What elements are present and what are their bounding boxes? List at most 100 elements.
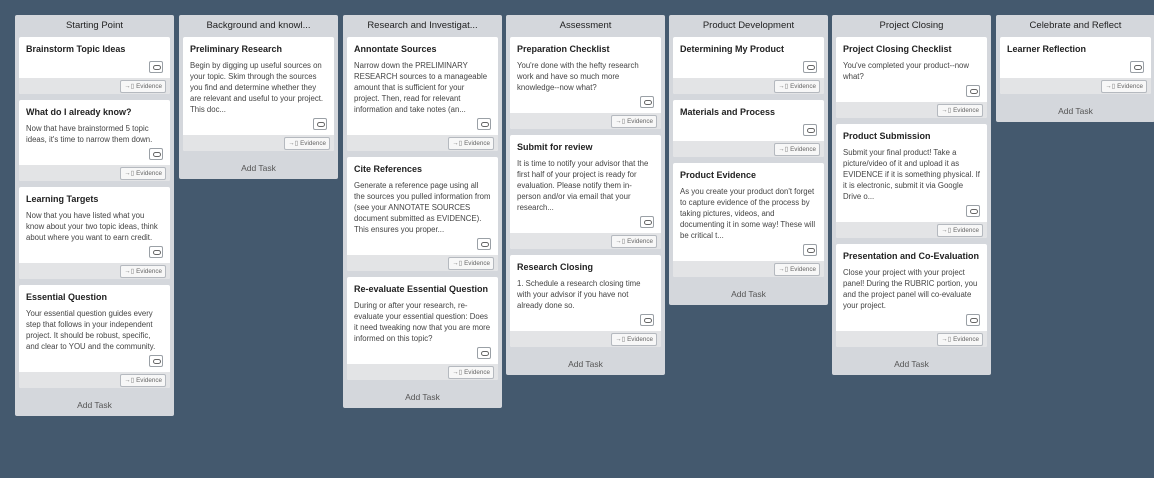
comment-row bbox=[1007, 60, 1144, 76]
add-task-button[interactable]: Add Task bbox=[1000, 100, 1151, 122]
task-card[interactable]: Essential Question Your essential questio… bbox=[19, 285, 170, 388]
evidence-icon: →▯ bbox=[1105, 83, 1116, 90]
comment-icon[interactable] bbox=[313, 118, 327, 130]
evidence-button[interactable]: →▯ Evidence bbox=[611, 235, 657, 248]
task-card[interactable]: Submit for review It is time to notify yo… bbox=[510, 135, 661, 249]
task-card-body: Annontate Sources Narrow down the PRELIMI… bbox=[347, 37, 498, 135]
task-card[interactable]: Learner Reflection →▯ Evidence bbox=[1000, 37, 1151, 94]
task-title[interactable]: Cite References bbox=[354, 164, 491, 174]
task-title[interactable]: Product Evidence bbox=[680, 170, 817, 180]
evidence-button[interactable]: →▯ Evidence bbox=[448, 137, 494, 150]
task-card[interactable]: Materials and Process →▯ Evidence bbox=[673, 100, 824, 157]
comment-icon[interactable] bbox=[477, 238, 491, 250]
task-card[interactable]: Preparation Checklist You're done with th… bbox=[510, 37, 661, 129]
comment-icon[interactable] bbox=[966, 314, 980, 326]
column-title[interactable]: Celebrate and Reflect bbox=[1000, 15, 1151, 37]
evidence-icon: →▯ bbox=[124, 83, 135, 90]
evidence-button[interactable]: →▯ Evidence bbox=[448, 366, 494, 379]
comment-icon[interactable] bbox=[149, 61, 163, 73]
add-task-button[interactable]: Add Task bbox=[836, 353, 987, 375]
comment-icon[interactable] bbox=[640, 216, 654, 228]
evidence-label: Evidence bbox=[790, 83, 816, 90]
task-card[interactable]: Annontate Sources Narrow down the PRELIMI… bbox=[347, 37, 498, 151]
task-card[interactable]: Learning Targets Now that you have listed… bbox=[19, 187, 170, 279]
comment-row bbox=[843, 204, 980, 220]
task-card[interactable]: Cite References Generate a reference page… bbox=[347, 157, 498, 271]
add-task-button[interactable]: Add Task bbox=[19, 394, 170, 416]
task-card[interactable]: Brainstorm Topic Ideas →▯ Evidence bbox=[19, 37, 170, 94]
evidence-button[interactable]: →▯ Evidence bbox=[774, 80, 820, 93]
task-card[interactable]: Re-evaluate Essential Question During or … bbox=[347, 277, 498, 380]
task-title[interactable]: Project Closing Checklist bbox=[843, 44, 980, 54]
task-card[interactable]: Preliminary Research Begin by digging up … bbox=[183, 37, 334, 151]
task-title[interactable]: Product Submission bbox=[843, 131, 980, 141]
task-description: It is time to notify your advisor that t… bbox=[517, 159, 649, 212]
evidence-button[interactable]: →▯ Evidence bbox=[120, 374, 166, 387]
column-title[interactable]: Product Development bbox=[673, 15, 824, 37]
task-card-body: Brainstorm Topic Ideas bbox=[19, 37, 170, 78]
card-footer: →▯ Evidence bbox=[836, 102, 987, 118]
add-task-button[interactable]: Add Task bbox=[183, 157, 334, 179]
comment-icon[interactable] bbox=[640, 314, 654, 326]
evidence-button[interactable]: →▯ Evidence bbox=[120, 80, 166, 93]
task-title[interactable]: What do I already know? bbox=[26, 107, 163, 117]
add-task-button[interactable]: Add Task bbox=[673, 283, 824, 305]
task-title[interactable]: Learning Targets bbox=[26, 194, 163, 204]
comment-icon[interactable] bbox=[477, 347, 491, 359]
task-card[interactable]: Project Closing Checklist You've complete… bbox=[836, 37, 987, 118]
task-title[interactable]: Re-evaluate Essential Question bbox=[354, 284, 491, 294]
evidence-label: Evidence bbox=[790, 146, 816, 153]
comment-icon[interactable] bbox=[966, 85, 980, 97]
task-title[interactable]: Preliminary Research bbox=[190, 44, 327, 54]
comment-icon[interactable] bbox=[803, 61, 817, 73]
evidence-icon: →▯ bbox=[778, 266, 789, 273]
add-task-button[interactable]: Add Task bbox=[510, 353, 661, 375]
task-title[interactable]: Materials and Process bbox=[680, 107, 817, 117]
evidence-button[interactable]: →▯ Evidence bbox=[284, 137, 330, 150]
column-title[interactable]: Project Closing bbox=[836, 15, 987, 37]
comment-icon[interactable] bbox=[803, 244, 817, 256]
task-title[interactable]: Brainstorm Topic Ideas bbox=[26, 44, 163, 54]
comment-icon[interactable] bbox=[966, 205, 980, 217]
comment-icon[interactable] bbox=[149, 355, 163, 367]
task-title[interactable]: Annontate Sources bbox=[354, 44, 491, 54]
comment-icon[interactable] bbox=[477, 118, 491, 130]
evidence-button[interactable]: →▯ Evidence bbox=[120, 167, 166, 180]
evidence-button[interactable]: →▯ Evidence bbox=[774, 263, 820, 276]
task-title[interactable]: Preparation Checklist bbox=[517, 44, 654, 54]
evidence-button[interactable]: →▯ Evidence bbox=[937, 333, 983, 346]
column-title[interactable]: Starting Point bbox=[19, 15, 170, 37]
task-title[interactable]: Learner Reflection bbox=[1007, 44, 1144, 54]
task-title[interactable]: Research Closing bbox=[517, 262, 654, 272]
comment-icon[interactable] bbox=[149, 246, 163, 258]
evidence-button[interactable]: →▯ Evidence bbox=[937, 104, 983, 117]
evidence-button[interactable]: →▯ Evidence bbox=[937, 224, 983, 237]
task-card[interactable]: What do I already know? Now that have bra… bbox=[19, 100, 170, 181]
task-card[interactable]: Research Closing 1. Schedule a research c… bbox=[510, 255, 661, 347]
task-card[interactable]: Presentation and Co-Evaluation Close your… bbox=[836, 244, 987, 347]
task-title[interactable]: Presentation and Co-Evaluation bbox=[843, 251, 980, 261]
evidence-button[interactable]: →▯ Evidence bbox=[611, 333, 657, 346]
task-title[interactable]: Determining My Product bbox=[680, 44, 817, 54]
comment-icon[interactable] bbox=[640, 96, 654, 108]
task-card[interactable]: Product Evidence As you create your produ… bbox=[673, 163, 824, 277]
add-task-button[interactable]: Add Task bbox=[347, 386, 498, 408]
column-title[interactable]: Assessment bbox=[510, 15, 661, 37]
evidence-button[interactable]: →▯ Evidence bbox=[774, 143, 820, 156]
comment-icon[interactable] bbox=[1130, 61, 1144, 73]
comment-icon[interactable] bbox=[149, 148, 163, 160]
column-title[interactable]: Background and knowl... bbox=[183, 15, 334, 37]
evidence-button[interactable]: →▯ Evidence bbox=[120, 265, 166, 278]
task-title[interactable]: Submit for review bbox=[517, 142, 654, 152]
evidence-button[interactable]: →▯ Evidence bbox=[611, 115, 657, 128]
comment-icon[interactable] bbox=[803, 124, 817, 136]
task-card[interactable]: Determining My Product →▯ Evidence bbox=[673, 37, 824, 94]
evidence-icon: →▯ bbox=[941, 227, 952, 234]
evidence-button[interactable]: →▯ Evidence bbox=[1101, 80, 1147, 93]
evidence-button[interactable]: →▯ Evidence bbox=[448, 257, 494, 270]
column-title[interactable]: Research and Investigat... bbox=[347, 15, 498, 37]
task-card[interactable]: Product Submission Submit your final prod… bbox=[836, 124, 987, 238]
task-title[interactable]: Essential Question bbox=[26, 292, 163, 302]
comment-row bbox=[26, 147, 163, 163]
comment-row bbox=[843, 84, 980, 100]
